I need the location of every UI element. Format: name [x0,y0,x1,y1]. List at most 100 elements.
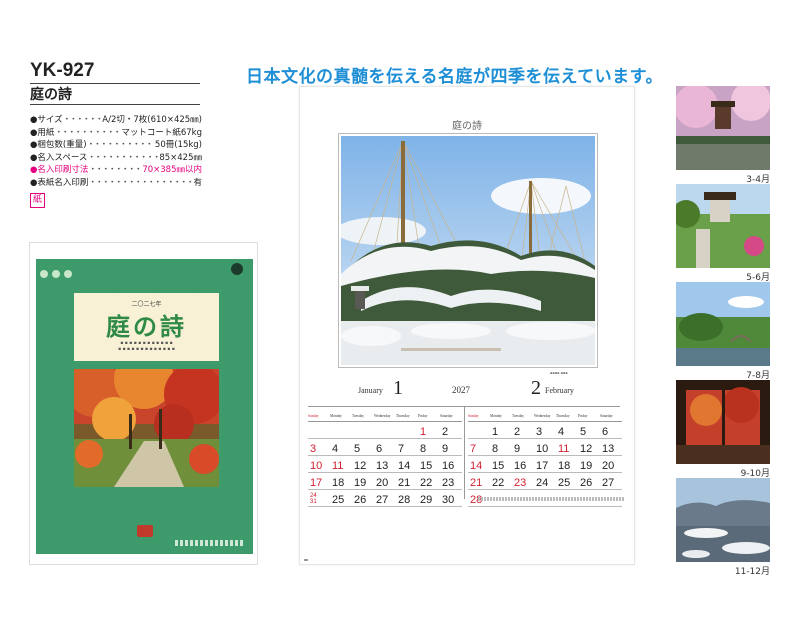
day-cell: 5 [354,443,361,455]
season-thumb [676,282,770,366]
weekday-label: Sunday [308,413,319,418]
day-cell: 7 [398,443,405,455]
week-row: 3 4 5 6 7 8 9 [308,439,462,456]
day-cell: 25 [332,494,345,506]
weekday-label: Thursday [556,413,570,418]
day-cell: 15 [492,460,505,472]
day-cell: 25 [558,477,571,489]
weekday-label: Monday [330,413,342,418]
month2-number: 2 [531,377,541,399]
weekday-label: Thursday [396,413,410,418]
day-cell: 7 [470,443,477,455]
day-cell: 18 [558,460,571,472]
spec-list: サイズA/2切・7枚(610×425㎜) 用紙マットコート紙67kg 梱包数(重… [30,114,202,190]
weekday-label: Tuesday [512,413,525,418]
week-row: 10 11 12 13 14 15 16 [308,456,462,473]
divider [30,104,200,105]
day-cell: 30 [442,494,455,506]
season-preview: 11-12月 [676,478,770,577]
day-cell: 1 [420,426,427,438]
week-row: 1 2 3 4 5 6 [468,422,622,439]
weekday-label: Friday [578,413,588,418]
day-cell: 14 [398,460,411,472]
cover-verse: ▪ ▪ ▪ ▪ ▪ ▪ ▪ ▪ ▪ ▪ ▪ ▪ ▪ ▪ ▪ ▪ ▪ ▪ ▪ ▪ ▪… [118,341,175,352]
cover-photo [74,369,219,487]
weekday-label: Tuesday [352,413,365,418]
day-cell: 24 [536,477,549,489]
headline: 日本文化の真髄を伝える名庭が四季を伝えています。 [246,67,663,87]
day-cell: 29 [420,494,433,506]
day-cell: 9 [514,443,521,455]
season-preview: 5-6月 [676,184,770,283]
day-cell: 5 [580,426,587,438]
day-cell: 21 [470,477,483,489]
day-cell: 17 [536,460,549,472]
day-cell: 26 [580,477,593,489]
weekday-label: Saturday [600,413,613,418]
day-cell: 20 [602,460,615,472]
month1-name: January [358,386,383,395]
cover-title: 庭の詩 [106,312,187,341]
day-cell: 2 [442,426,449,438]
day-cell: 28 [398,494,411,506]
day-cell: 27 [376,494,389,506]
season-thumb [676,86,770,170]
spec-name-space: 名入スペース85×425㎜ [30,152,202,165]
weekday-row: Sunday Monday Tuesday Wednesday Thursday Frid… [308,410,462,422]
day-cell: 21 [398,477,411,489]
day-cell: 15 [420,460,433,472]
spec-cover-print: 表紙名入印刷有 [30,177,202,190]
month2-name: February [545,386,574,395]
february-grid: Sunday Monday Tuesday Wednesday Thursday Frid… [468,410,622,507]
product-code: YK-927 [30,60,95,81]
day-cell: 9 [442,443,449,455]
day-cell: 4 [332,443,339,455]
day-cell: 6 [602,426,609,438]
weekday-label: Saturday [440,413,453,418]
day-cell: 13 [376,460,389,472]
day-cell: 22 [492,477,505,489]
day-cell: 16 [442,460,455,472]
day-cell: 17 [310,477,323,489]
day-cell: 3 [536,426,543,438]
publisher-logo-icon [231,263,243,275]
calendar-fineprint [478,497,624,501]
week-row: 7 8 9 10 11 12 13 [468,439,622,456]
calendar-grid: Sunday Monday Tuesday Wednesday Thursday Frid… [308,406,622,507]
day-cell: 23 [514,477,527,489]
day-cell: 8 [420,443,427,455]
weekday-label: Friday [418,413,428,418]
spec-print-size: 名入印刷寸法70×385㎜以内 [30,164,202,177]
season-thumb [676,380,770,464]
cover-sheet: 二〇二七年 庭の詩 ▪ ▪ ▪ ▪ ▪ ▪ ▪ ▪ ▪ ▪ ▪ ▪ ▪ ▪ ▪ ▪… [36,259,253,554]
day-cell: 19 [580,460,593,472]
week-row: 12 [308,422,462,439]
month-divider [464,407,465,499]
day-cell: 27 [602,477,615,489]
sheet-photo [336,133,598,368]
day-cell: 19 [354,477,367,489]
cover-fineprint [175,540,245,546]
day-cell: 14 [470,460,483,472]
season-preview: 7-8月 [676,282,770,381]
weekday-row: Sunday Monday Tuesday Wednesday Thursday Frid… [468,410,622,422]
paper-badge: 紙 [30,193,45,208]
day-cell: 12 [354,460,367,472]
season-preview: 9-10月 [676,380,770,479]
day-cell: 26 [354,494,367,506]
year-label: 2027 [452,385,470,395]
calendar-sheet: 庭の詩 ▪▪▪▪ ▪▪▪ January 1 2 February 2027 S… [299,86,635,565]
cover-title-panel: 二〇二七年 庭の詩 ▪ ▪ ▪ ▪ ▪ ▪ ▪ ▪ ▪ ▪ ▪ ▪ ▪ ▪ ▪ ▪… [74,293,219,361]
day-cell: 8 [492,443,499,455]
day-cell: 2 [514,426,521,438]
cover-preview: 二〇二七年 庭の詩 ▪ ▪ ▪ ▪ ▪ ▪ ▪ ▪ ▪ ▪ ▪ ▪ ▪ ▪ ▪ ▪… [29,242,258,565]
day-cell: 23 [442,477,455,489]
sheet-title: 庭の詩 [452,121,482,132]
month1-number: 1 [393,377,403,399]
day-cell: 16 [514,460,527,472]
weekday-label: Wednesday [534,413,551,418]
day-cell: 11 [558,443,570,455]
week-row: 14 15 16 17 18 19 20 [468,456,622,473]
day-cell: 22 [420,477,433,489]
cover-seal [137,525,153,537]
